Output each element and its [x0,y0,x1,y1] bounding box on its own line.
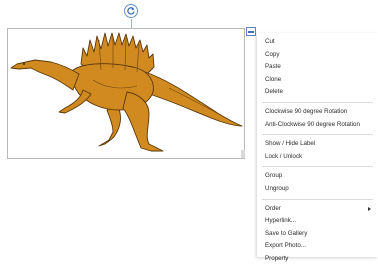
menu-item-show-hide-label[interactable]: Show / Hide Label [257,138,378,151]
menu-item-label: Export Photo... [265,242,306,250]
menu-item-label: Delete [265,88,283,96]
menu-item-label: Group [265,172,283,180]
menu-item-save-to-gallery[interactable]: Save to Gallery [257,228,378,241]
drawing-canvas[interactable]: Cut Copy Paste Clone Delete Clockwise 90 degr… [0,0,378,262]
menu-item-label: Clockwise 90 degree Rotation [265,107,348,115]
menu-item-ungroup[interactable]: Ungroup [257,183,378,196]
menu-item-label: Anti-Clockwise 90 degree Rotation [265,120,360,128]
menu-item-label: Paste [265,63,281,71]
menu-item-label: Save to Gallery [265,229,308,237]
menu-separator [262,166,373,168]
menu-item-copy[interactable]: Copy [257,49,378,62]
menu-separator [262,198,373,200]
menu-item-property[interactable]: Property [257,253,378,266]
menu-item-label: Property [265,254,289,262]
menu-item-label: Cut [265,38,275,45]
menu-item-lock-unlock[interactable]: Lock / Unlock [257,151,378,164]
rotation-handle-stem [131,19,132,28]
menu-separator [262,134,373,136]
chevron-right-icon [368,206,371,211]
minus-icon[interactable] [246,27,256,36]
menu-item-label: Ungroup [265,184,289,192]
resize-handle[interactable] [241,150,245,158]
menu-item-label: Lock / Unlock [265,152,303,160]
menu-item-hyperlink[interactable]: Hyperlink... [257,215,378,228]
menu-item-label: Order [265,204,281,212]
menu-item-anti-clockwise-90-degree-rotation[interactable]: Anti-Clockwise 90 degree Rotation [257,119,378,132]
menu-item-label: Clone [265,75,282,83]
menu-item-cut[interactable]: Cut [257,36,378,49]
context-menu: Cut Copy Paste Clone Delete Clockwise 90 degr… [257,33,378,262]
rotate-icon[interactable] [124,4,138,18]
menu-item-order[interactable]: Order [257,203,378,216]
spinosaurus-image[interactable] [9,30,243,157]
menu-item-label: Show / Hide Label [265,140,316,148]
menu-item-export-photo[interactable]: Export Photo... [257,240,378,253]
menu-item-label: Copy [265,50,280,58]
menu-item-clone[interactable]: Clone [257,74,378,87]
menu-item-paste[interactable]: Paste [257,61,378,74]
menu-item-delete[interactable]: Delete [257,86,378,99]
menu-item-label: Hyperlink... [265,217,296,225]
menu-item-group[interactable]: Group [257,170,378,183]
menu-item-clockwise-90-degree-rotation[interactable]: Clockwise 90 degree Rotation [257,106,378,119]
menu-separator [262,101,373,103]
